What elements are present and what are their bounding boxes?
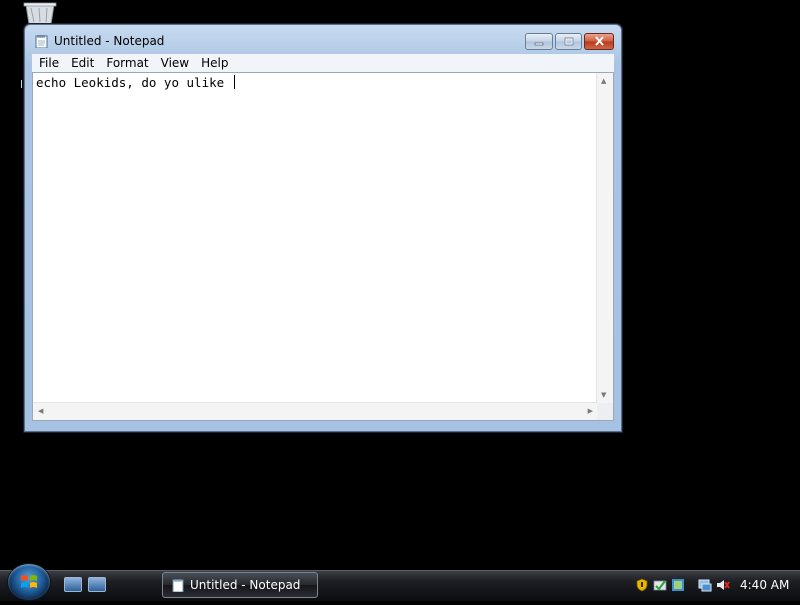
scroll-up-icon[interactable]: ▲ xyxy=(601,77,606,85)
windows-defender-icon[interactable] xyxy=(653,578,667,592)
taskbar-notepad-button[interactable]: Untitled - Notepad xyxy=(162,572,318,598)
scroll-right-icon[interactable]: ▶ xyxy=(588,407,593,415)
minimize-icon xyxy=(534,33,544,51)
minimize-button[interactable] xyxy=(525,33,553,50)
horizontal-scrollbar[interactable]: ◀ ▶ xyxy=(33,402,598,420)
editor-content: echo Leokids, do yo ulike xyxy=(36,75,232,90)
menu-format[interactable]: Format xyxy=(100,54,154,72)
menu-view[interactable]: View xyxy=(155,54,195,72)
notepad-icon xyxy=(172,578,184,593)
switch-windows-icon[interactable] xyxy=(88,577,106,592)
clock[interactable]: 4:40 AM xyxy=(740,578,789,592)
notepad-window[interactable]: Untitled - Notepad File Edit Format View… xyxy=(24,24,622,432)
maximize-button[interactable] xyxy=(555,33,582,50)
notepad-icon xyxy=(35,34,48,49)
menu-bar: File Edit Format View Help xyxy=(32,54,614,73)
text-caret xyxy=(233,75,235,89)
windows-start-orb[interactable] xyxy=(8,564,50,600)
display-icon[interactable] xyxy=(698,578,712,592)
maximize-icon xyxy=(564,33,574,51)
taskbar-button-label: Untitled - Notepad xyxy=(190,578,301,592)
menu-edit[interactable]: Edit xyxy=(65,54,100,72)
vertical-scrollbar[interactable]: ▲ ▼ xyxy=(596,73,613,403)
show-desktop-icon[interactable] xyxy=(64,577,82,592)
volume-muted-icon[interactable] xyxy=(716,578,730,592)
desktop-icon-label: l xyxy=(20,78,24,91)
text-editor[interactable]: echo Leokids, do yo ulike ▲ ▼ ◀ ▶ xyxy=(32,72,614,421)
close-button[interactable] xyxy=(584,33,614,50)
scroll-down-icon[interactable]: ▼ xyxy=(601,391,606,399)
window-title: Untitled - Notepad xyxy=(54,34,165,48)
menu-help[interactable]: Help xyxy=(195,54,234,72)
size-grip xyxy=(597,403,613,420)
recycle-bin-icon[interactable] xyxy=(22,2,58,25)
scroll-left-icon[interactable]: ◀ xyxy=(38,407,43,415)
close-icon xyxy=(594,33,605,51)
system-tray: 4:40 AM xyxy=(630,572,800,598)
menu-file[interactable]: File xyxy=(32,54,65,72)
security-shield-icon[interactable] xyxy=(635,578,649,592)
network-icon[interactable] xyxy=(671,578,685,592)
title-bar[interactable]: Untitled - Notepad xyxy=(25,25,621,55)
